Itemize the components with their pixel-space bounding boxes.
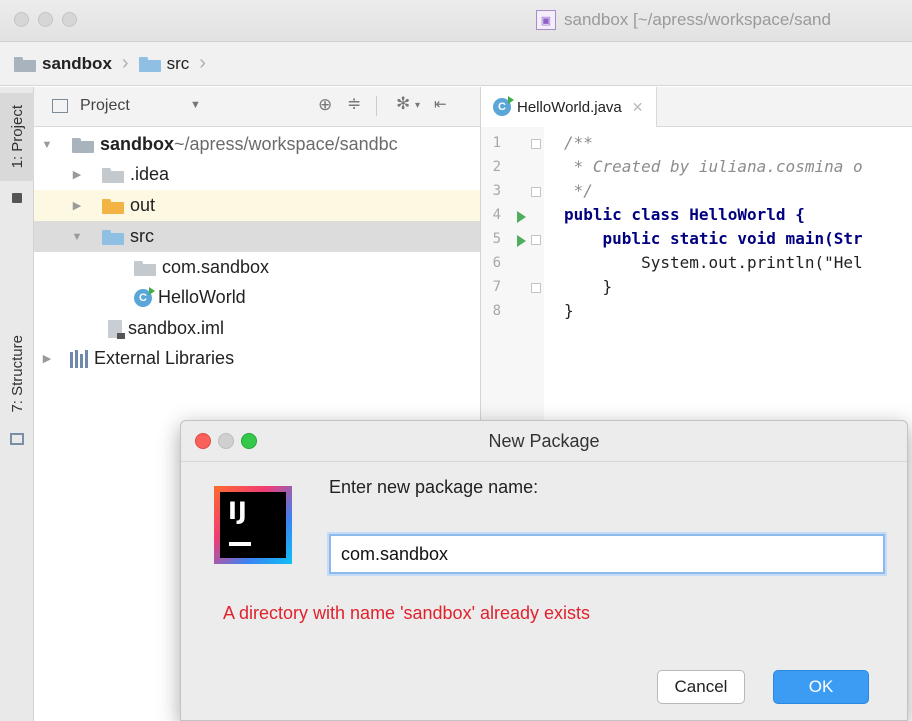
tree-item-src[interactable]: ▼ src: [34, 221, 480, 252]
line-number: 1: [492, 135, 501, 151]
java-class-icon: C: [134, 286, 155, 307]
code-line: }: [564, 301, 574, 320]
window-title-bar: ▣ sandbox [~/apress/workspace/sand: [0, 0, 912, 42]
tree-item-out[interactable]: ▶ out: [34, 190, 480, 221]
project-icon: ▣: [536, 10, 556, 30]
project-view-selector[interactable]: Project: [80, 97, 130, 115]
chevron-right-icon: ›: [199, 52, 206, 74]
tree-item-external-libraries[interactable]: ▶ External Libraries: [34, 343, 480, 374]
module-folder-icon: [72, 137, 94, 153]
tool-tab-structure[interactable]: 7: Structure: [0, 319, 34, 429]
breadcrumb-item-sandbox[interactable]: sandbox: [42, 54, 112, 74]
tree-item-label: com.sandbox: [162, 257, 270, 277]
tree-item-label: .idea: [130, 164, 170, 184]
collapsed-arrow-icon[interactable]: ▶: [70, 168, 84, 181]
code-line: }: [564, 277, 613, 296]
fold-icon[interactable]: [531, 283, 541, 293]
line-number: 6: [492, 255, 501, 271]
ok-button[interactable]: OK: [773, 670, 869, 704]
intellij-logo-icon: IJ: [214, 486, 292, 564]
project-panel-header: Project ▼ ⊕ ≑ ✻ ▾ ⇤: [34, 87, 480, 127]
line-number: 7: [492, 279, 501, 295]
tool-window-strip: 1: Project 7: Structure: [0, 87, 34, 721]
tree-item-label: sandbox: [100, 134, 175, 154]
source-folder-icon: [138, 56, 161, 72]
fold-icon[interactable]: [531, 235, 541, 245]
collapsed-arrow-icon[interactable]: ▶: [70, 199, 84, 212]
code-line: public class HelloWorld {: [564, 205, 805, 224]
line-number: 8: [492, 303, 501, 319]
line-number: 2: [492, 159, 501, 175]
run-class-icon[interactable]: [517, 211, 526, 223]
package-name-label: Enter new package name:: [329, 477, 539, 497]
tool-tab-project[interactable]: 1: Project: [0, 93, 34, 181]
run-main-icon[interactable]: [517, 235, 526, 247]
fold-icon[interactable]: [531, 187, 541, 197]
tool-tab-project-label: 1: Project: [8, 105, 26, 169]
close-tab-icon[interactable]: ✕: [632, 99, 644, 116]
code-line: public static void main(Str: [564, 229, 863, 248]
excluded-folder-icon: [102, 198, 124, 214]
editor-tab-label: HelloWorld.java: [517, 98, 622, 116]
dialog-divider: [181, 461, 907, 462]
logo-text: IJ: [228, 497, 248, 525]
code-line: /**: [564, 133, 593, 152]
tree-item-label: HelloWorld: [158, 287, 246, 307]
validation-error-message: A directory with name 'sandbox' already …: [223, 603, 591, 623]
window-title-text: sandbox [~/apress/workspace/sand: [564, 10, 831, 29]
package-name-input[interactable]: [329, 534, 885, 574]
dropdown-arrow-icon[interactable]: ▼: [190, 99, 201, 111]
folder-icon: [102, 167, 124, 183]
hide-panel-icon[interactable]: ⇤: [434, 95, 447, 113]
code-line: * Created by iuliana.cosmina o: [564, 157, 863, 176]
code-line: System.out.println("Hel: [564, 253, 863, 272]
toolbar-divider: [376, 96, 377, 116]
zoom-window-button[interactable]: [62, 12, 77, 27]
new-package-dialog: New Package IJ Enter new package name: A…: [180, 420, 908, 721]
line-number: 4: [492, 207, 501, 223]
tree-item-helloworld[interactable]: C HelloWorld: [34, 282, 480, 313]
tree-item-sandbox-iml[interactable]: sandbox.iml: [34, 313, 480, 344]
module-folder-icon: [14, 56, 36, 72]
breadcrumb: sandbox › src ›: [0, 42, 912, 86]
breadcrumb-item-src[interactable]: src: [167, 54, 190, 74]
favorites-icon[interactable]: [12, 193, 22, 203]
source-folder-icon: [102, 229, 124, 245]
window-title: ▣ sandbox [~/apress/workspace/sand: [536, 10, 831, 30]
close-window-button[interactable]: [14, 12, 29, 27]
code-line: */: [564, 181, 593, 200]
tree-item-idea[interactable]: ▶ .idea: [34, 159, 480, 190]
expanded-arrow-icon[interactable]: ▼: [40, 139, 54, 151]
editor-tab-helloworld[interactable]: C HelloWorld.java ✕: [481, 87, 657, 127]
structure-icon[interactable]: [10, 433, 24, 445]
tree-item-path: ~/apress/workspace/sandbc: [174, 134, 398, 154]
minimize-window-button[interactable]: [38, 12, 53, 27]
iml-file-icon: [108, 319, 125, 339]
tree-item-label: External Libraries: [94, 348, 235, 368]
java-class-icon: C: [493, 96, 514, 116]
line-number: 5: [492, 231, 501, 247]
line-number: 3: [492, 183, 501, 199]
tree-item-label: sandbox.iml: [128, 318, 225, 338]
editor-tab-bar: C HelloWorld.java ✕: [480, 87, 912, 127]
libraries-icon: [70, 349, 88, 368]
fold-icon[interactable]: [531, 139, 541, 149]
tree-item-com-sandbox[interactable]: com.sandbox: [34, 252, 480, 283]
tree-item-label: out: [130, 195, 156, 215]
chevron-right-icon: ›: [121, 52, 129, 74]
cancel-button[interactable]: Cancel: [657, 670, 745, 704]
tree-item-label: src: [130, 226, 154, 246]
settings-dropdown-icon[interactable]: ▾: [415, 100, 420, 111]
package-icon: [134, 260, 156, 276]
scroll-from-source-icon[interactable]: ⊕: [318, 95, 332, 115]
collapsed-arrow-icon[interactable]: ▶: [40, 352, 54, 365]
settings-gear-icon[interactable]: ✻: [396, 94, 410, 114]
expanded-arrow-icon[interactable]: ▼: [70, 231, 84, 243]
tree-item-sandbox[interactable]: ▼ sandbox ~/apress/workspace/sandbc: [34, 129, 480, 160]
project-view-icon: [52, 99, 68, 113]
tool-tab-structure-label: 7: Structure: [8, 335, 26, 413]
dialog-title: New Package: [488, 431, 600, 451]
collapse-all-icon[interactable]: ≑: [347, 94, 361, 114]
